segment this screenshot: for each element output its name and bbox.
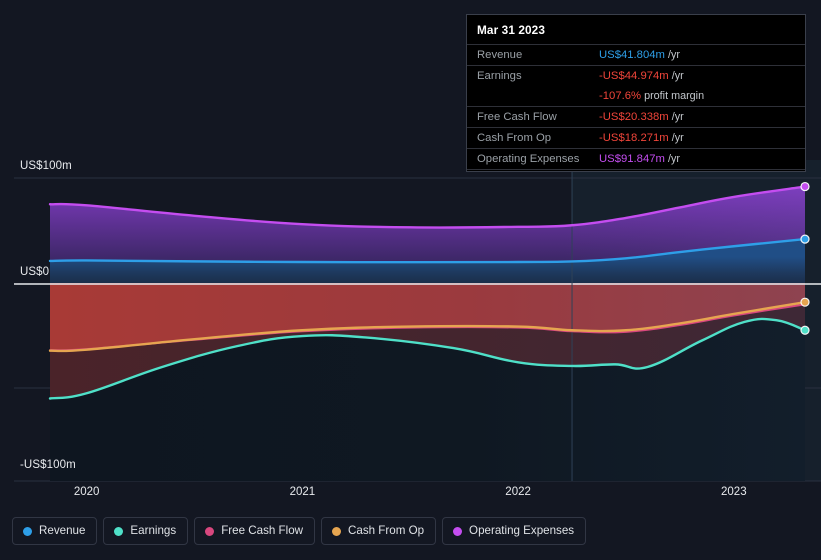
tooltip-row: Revenue US$41.804m /yr [467,44,805,66]
endpoint-marker-operating-expenses [801,183,809,190]
legend-color-dot-icon [114,526,124,536]
x-axis-tick-2020: 2020 [73,486,100,498]
legend-color-dot-icon [453,526,463,536]
tooltip-row-label: Earnings [477,70,522,82]
tooltip-row-unit: /yr [668,70,684,82]
endpoint-marker-earnings [801,326,809,334]
tooltip-row-label [467,86,599,107]
x-axis-labels: 2020 2021 2022 2023 [0,486,821,506]
tooltip-row-unit: /yr [664,153,680,165]
tooltip-row: Earnings -US$44.974m /yr [467,65,805,87]
tooltip-row-value: -US$20.338m /yr [599,107,805,128]
legend-item-operating-expenses[interactable]: Operating Expenses [442,517,587,545]
tooltip-row-amount: -US$18.271m [599,132,669,144]
legend-item-label: Free Cash Flow [221,524,304,537]
legend-item-free-cash-flow[interactable]: Free Cash Flow [194,517,316,545]
tooltip-row-amount: US$91.847m [599,153,665,165]
tooltip-row-amount: -US$20.338m [599,111,669,123]
chart-svg [0,160,821,482]
endpoint-marker-revenue [801,235,809,243]
data-tooltip: Mar 31 2023 Revenue US$41.804m /yr Earning… [466,14,806,172]
y-axis-label-zero: US$0 [20,266,50,278]
tooltip-row: Operating Expenses US$91.847m /yr [467,148,805,170]
tooltip-row-label: Operating Expenses [477,153,580,165]
x-axis-tick-2021: 2021 [289,486,316,498]
legend-item-label: Operating Expenses [469,524,575,537]
tooltip-row-unit: profit margin [641,90,705,102]
x-axis-tick-2023: 2023 [721,486,747,498]
chart-plot-area[interactable] [0,160,821,485]
legend-item-revenue[interactable]: Revenue [12,517,98,545]
tooltip-row-label: Free Cash Flow [477,111,557,123]
tooltip-row-value: -US$18.271m /yr [599,128,805,149]
endpoint-marker-cash-from-op [801,298,809,306]
financial-chart-widget: US$100m US$0 -US$100m 2020 2021 2022 2023 M… [0,0,821,560]
tooltip-row: Cash From Op -US$18.271m /yr [467,127,805,149]
tooltip-row: Free Cash Flow -US$20.338m /yr [467,106,805,128]
legend-item-label: Earnings [130,524,177,537]
tooltip-table: Revenue US$41.804m /yr Earnings -US$44.974m… [467,44,805,171]
tooltip-bottom-rule [467,169,805,172]
legend-item-cash-from-op[interactable]: Cash From Op [321,517,437,545]
tooltip-date: Mar 31 2023 [477,23,545,37]
tooltip-row-value: -US$44.974m /yr [599,66,805,87]
tooltip-row-label: Cash From Op [477,132,552,144]
legend-item-label: Cash From Op [348,524,425,537]
x-axis-tick-2022: 2022 [505,486,531,498]
chart-legend[interactable]: Revenue Earnings Free Cash Flow Cash From O… [12,517,587,545]
tooltip-row-amount: -107.6% [599,90,642,102]
tooltip-row-amount: -US$44.974m [599,70,669,82]
y-axis-label-bottom: -US$100m [20,459,76,471]
tooltip-row-value: -107.6% profit margin [599,86,805,107]
tooltip-row-unit: /yr [664,49,680,61]
legend-color-dot-icon [205,526,215,536]
y-axis-label-top: US$100m [20,160,72,172]
legend-item-earnings[interactable]: Earnings [103,517,189,545]
legend-color-dot-icon [23,526,32,536]
tooltip-row-amount: US$41.804m [599,49,665,61]
tooltip-row-unit: /yr [668,111,684,123]
tooltip-row-label: Revenue [477,49,523,61]
legend-item-label: Revenue [39,524,86,537]
legend-color-dot-icon [332,526,342,536]
tooltip-row-value: US$41.804m /yr [599,45,805,66]
tooltip-row: -107.6% profit margin [467,86,805,107]
tooltip-row-unit: /yr [668,132,684,144]
tooltip-row-value: US$91.847m /yr [599,149,805,170]
